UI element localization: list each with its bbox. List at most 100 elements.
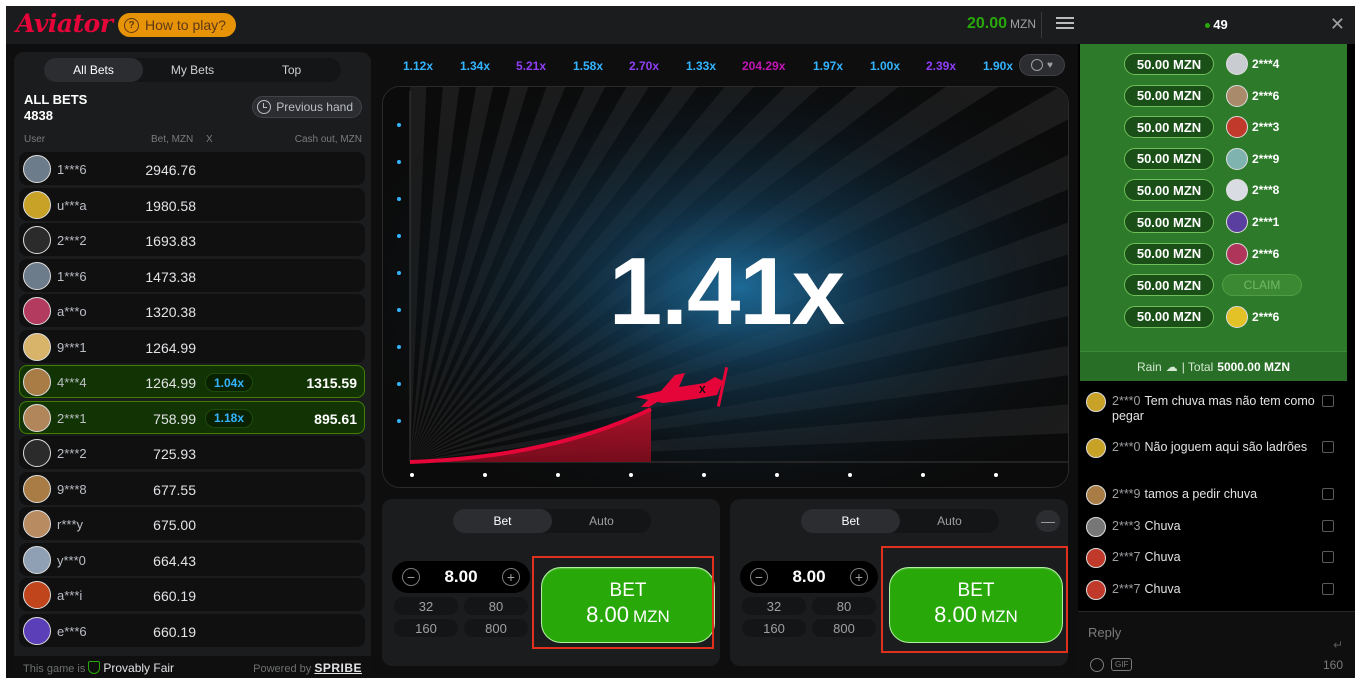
how-to-play-button[interactable]: ? How to play?: [118, 13, 236, 37]
game-canvas: X 1.41x: [382, 86, 1069, 488]
avatar: [1086, 392, 1106, 412]
tab-my-bets[interactable]: My Bets: [143, 58, 242, 82]
thumbs-up-icon[interactable]: [1322, 395, 1334, 407]
column-cashout: Cash out, MZN: [294, 134, 362, 145]
chip-800[interactable]: 800: [464, 619, 528, 637]
emoji-icon[interactable]: [1090, 658, 1104, 672]
rain-row: 50.00 MZN 2***9: [1124, 147, 1324, 170]
history-multiplier[interactable]: 2.70x: [629, 56, 659, 76]
message-user: 2***7: [1112, 582, 1141, 596]
history-toggle-button[interactable]: ♥: [1019, 54, 1065, 76]
avatar: [23, 297, 51, 325]
tab-top[interactable]: Top: [242, 58, 341, 82]
avatar: [23, 226, 51, 254]
rain-amount: 50.00 MZN: [1124, 53, 1214, 75]
table-row: a***i 660.19: [19, 578, 365, 611]
history-multiplier[interactable]: 1.12x: [403, 56, 433, 76]
stake-input[interactable]: [422, 567, 500, 587]
gif-button[interactable]: GIF: [1111, 658, 1133, 671]
message-body: Chuva: [1144, 519, 1181, 533]
thumbs-up-icon[interactable]: [1322, 520, 1334, 532]
shield-check-icon: [88, 661, 101, 674]
table-row: 1***6 2946.76: [19, 152, 365, 185]
history-multiplier[interactable]: 1.58x: [573, 56, 603, 76]
reply-input[interactable]: [1088, 622, 1328, 642]
provably-fair[interactable]: This game is Provably Fair: [23, 661, 174, 675]
row-user: 2***1: [57, 410, 87, 426]
tab-bet[interactable]: Bet: [453, 509, 552, 533]
bets-footer: This game is Provably Fair Powered by SPR…: [14, 656, 371, 678]
spribe-logo: SPRIBE: [314, 661, 362, 675]
history-multiplier[interactable]: 204.29x: [742, 56, 785, 76]
history-multiplier[interactable]: 2.39x: [926, 56, 956, 76]
avatar: [1226, 179, 1248, 202]
table-row: 2***2 725.93: [19, 436, 365, 469]
rain-total-label: | Total: [1181, 359, 1214, 374]
history-multiplier[interactable]: 1.00x: [870, 56, 900, 76]
row-multiplier: 1.18x: [205, 408, 254, 428]
chip-32[interactable]: 32: [394, 597, 458, 615]
message-user: 2***0: [1112, 394, 1141, 408]
message-body: Tem chuva mas não tem como pegar: [1112, 394, 1315, 423]
row-cashout: 1315.59: [306, 375, 357, 391]
all-bets-count: 4838: [24, 108, 53, 123]
message-user: 2***7: [1112, 550, 1141, 564]
send-icon[interactable]: ↵: [1333, 638, 1343, 652]
row-bet: 758.99: [153, 410, 196, 427]
all-bets-title: ALL BETS: [24, 92, 88, 107]
avatar: [23, 439, 51, 467]
message-body: Chuva: [1144, 582, 1181, 596]
chip-32[interactable]: 32: [742, 597, 806, 615]
chip-800[interactable]: 800: [812, 619, 876, 637]
quick-stake-chips: 32 80 160 800: [394, 597, 528, 637]
tab-auto[interactable]: Auto: [552, 509, 651, 533]
decrease-stake-button[interactable]: −: [402, 568, 420, 586]
history-multiplier[interactable]: 1.90x: [983, 56, 1013, 76]
chip-80[interactable]: 80: [464, 597, 528, 615]
decrease-stake-button[interactable]: −: [750, 568, 768, 586]
chip-80[interactable]: 80: [812, 597, 876, 615]
row-bet: 1320.38: [145, 304, 196, 320]
reply-area: ↵ GIF 160: [1078, 611, 1355, 678]
row-bet: 664.43: [153, 552, 196, 569]
row-user: e***6: [57, 623, 87, 639]
chip-160[interactable]: 160: [742, 619, 806, 637]
tab-auto[interactable]: Auto: [900, 509, 999, 533]
close-icon[interactable]: ✕: [1330, 14, 1345, 35]
online-count: 49: [1078, 17, 1355, 32]
message-text: 2***7 Chuva: [1112, 550, 1316, 565]
how-to-play-label: How to play?: [145, 17, 226, 33]
increase-stake-button[interactable]: +: [850, 568, 868, 586]
message-text: 2***9 tamos a pedir chuva: [1112, 487, 1316, 502]
row-user: y***0: [57, 552, 86, 568]
previous-hand-button[interactable]: Previous hand: [252, 96, 362, 118]
row-bet: 725.93: [153, 446, 196, 462]
chip-160[interactable]: 160: [394, 619, 458, 637]
history-multiplier[interactable]: 1.34x: [460, 56, 490, 76]
thumbs-up-icon[interactable]: [1322, 551, 1334, 563]
svg-text:X: X: [699, 385, 706, 396]
history-multiplier[interactable]: 1.33x: [686, 56, 716, 76]
row-user: 9***8: [57, 481, 87, 497]
tab-bet[interactable]: Bet: [801, 509, 900, 533]
avatar: [23, 616, 51, 645]
chat-panel: 49 ✕ 50.00 MZN 2***4 50.00 MZN 2***6 50.00 M…: [1078, 6, 1355, 678]
footer-prefix: This game is: [23, 663, 86, 675]
rain-row: 50.00 MZN 2***8: [1124, 179, 1324, 202]
table-row: 4***4 1264.99 1.04x 1315.59: [19, 365, 365, 398]
rain-amount: 50.00 MZN: [1124, 147, 1214, 170]
remove-bet-panel-button[interactable]: —: [1036, 510, 1060, 532]
thumbs-up-icon[interactable]: [1322, 441, 1334, 453]
table-row: e***6 660.19: [19, 613, 365, 647]
claim-button[interactable]: CLAIM: [1222, 274, 1302, 297]
hamburger-menu-icon[interactable]: [1054, 14, 1076, 34]
table-row: 9***8 677.55: [19, 471, 365, 505]
increase-stake-button[interactable]: +: [502, 568, 520, 586]
history-multiplier[interactable]: 5.21x: [516, 56, 546, 76]
history-multiplier[interactable]: 1.97x: [813, 56, 843, 76]
tab-all-bets[interactable]: All Bets: [44, 58, 143, 82]
thumbs-up-icon[interactable]: [1322, 583, 1334, 595]
thumbs-up-icon[interactable]: [1322, 488, 1334, 500]
row-user: 1***6: [57, 162, 87, 177]
stake-input[interactable]: [770, 567, 848, 587]
